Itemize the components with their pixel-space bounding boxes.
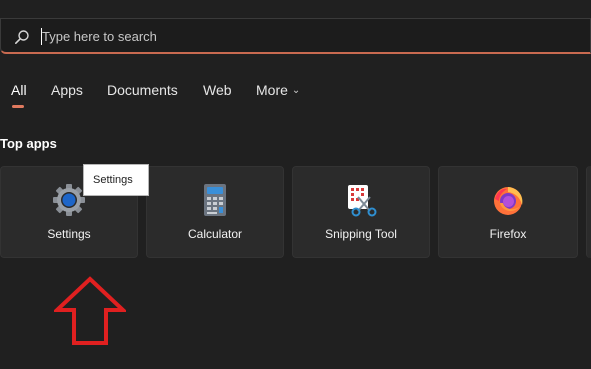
app-label: Calculator bbox=[187, 227, 243, 241]
tooltip: Settings bbox=[83, 164, 149, 196]
tab-all[interactable]: All bbox=[11, 82, 27, 98]
section-title: Top apps bbox=[0, 136, 57, 151]
app-label: Firefox bbox=[489, 227, 527, 241]
tab-apps[interactable]: Apps bbox=[51, 82, 83, 98]
tab-web-label: Web bbox=[203, 82, 232, 98]
search-bar[interactable]: Type here to search bbox=[0, 18, 591, 54]
search-input[interactable]: Type here to search bbox=[42, 29, 157, 44]
red-up-arrow-icon bbox=[54, 276, 126, 345]
chevron-down-icon: ⌄ bbox=[291, 85, 301, 96]
app-label: Settings bbox=[47, 227, 91, 241]
tab-more[interactable]: More ⌄ bbox=[256, 82, 300, 98]
app-tile-snipping-tool[interactable]: Snipping Tool bbox=[292, 166, 430, 258]
app-label: Snipping Tool bbox=[325, 227, 397, 241]
tab-all-label: All bbox=[11, 82, 27, 98]
search-icon bbox=[14, 30, 29, 44]
filter-tabs: All Apps Documents Web More ⌄ bbox=[0, 82, 591, 108]
calculator-icon bbox=[204, 184, 226, 216]
tab-documents-label: Documents bbox=[107, 82, 178, 98]
active-tab-indicator bbox=[12, 105, 24, 108]
settings-gear-icon bbox=[53, 184, 85, 216]
tab-more-label: More bbox=[256, 82, 288, 98]
app-tile-firefox[interactable]: Firefox bbox=[438, 166, 578, 258]
tab-documents[interactable]: Documents bbox=[107, 82, 178, 98]
snipping-tool-icon bbox=[348, 185, 377, 217]
firefox-icon bbox=[494, 187, 523, 215]
tab-web[interactable]: Web bbox=[203, 82, 232, 98]
app-tile-calculator[interactable]: Calculator bbox=[146, 166, 284, 258]
tab-apps-label: Apps bbox=[51, 82, 83, 98]
app-tile-partial bbox=[586, 166, 591, 258]
